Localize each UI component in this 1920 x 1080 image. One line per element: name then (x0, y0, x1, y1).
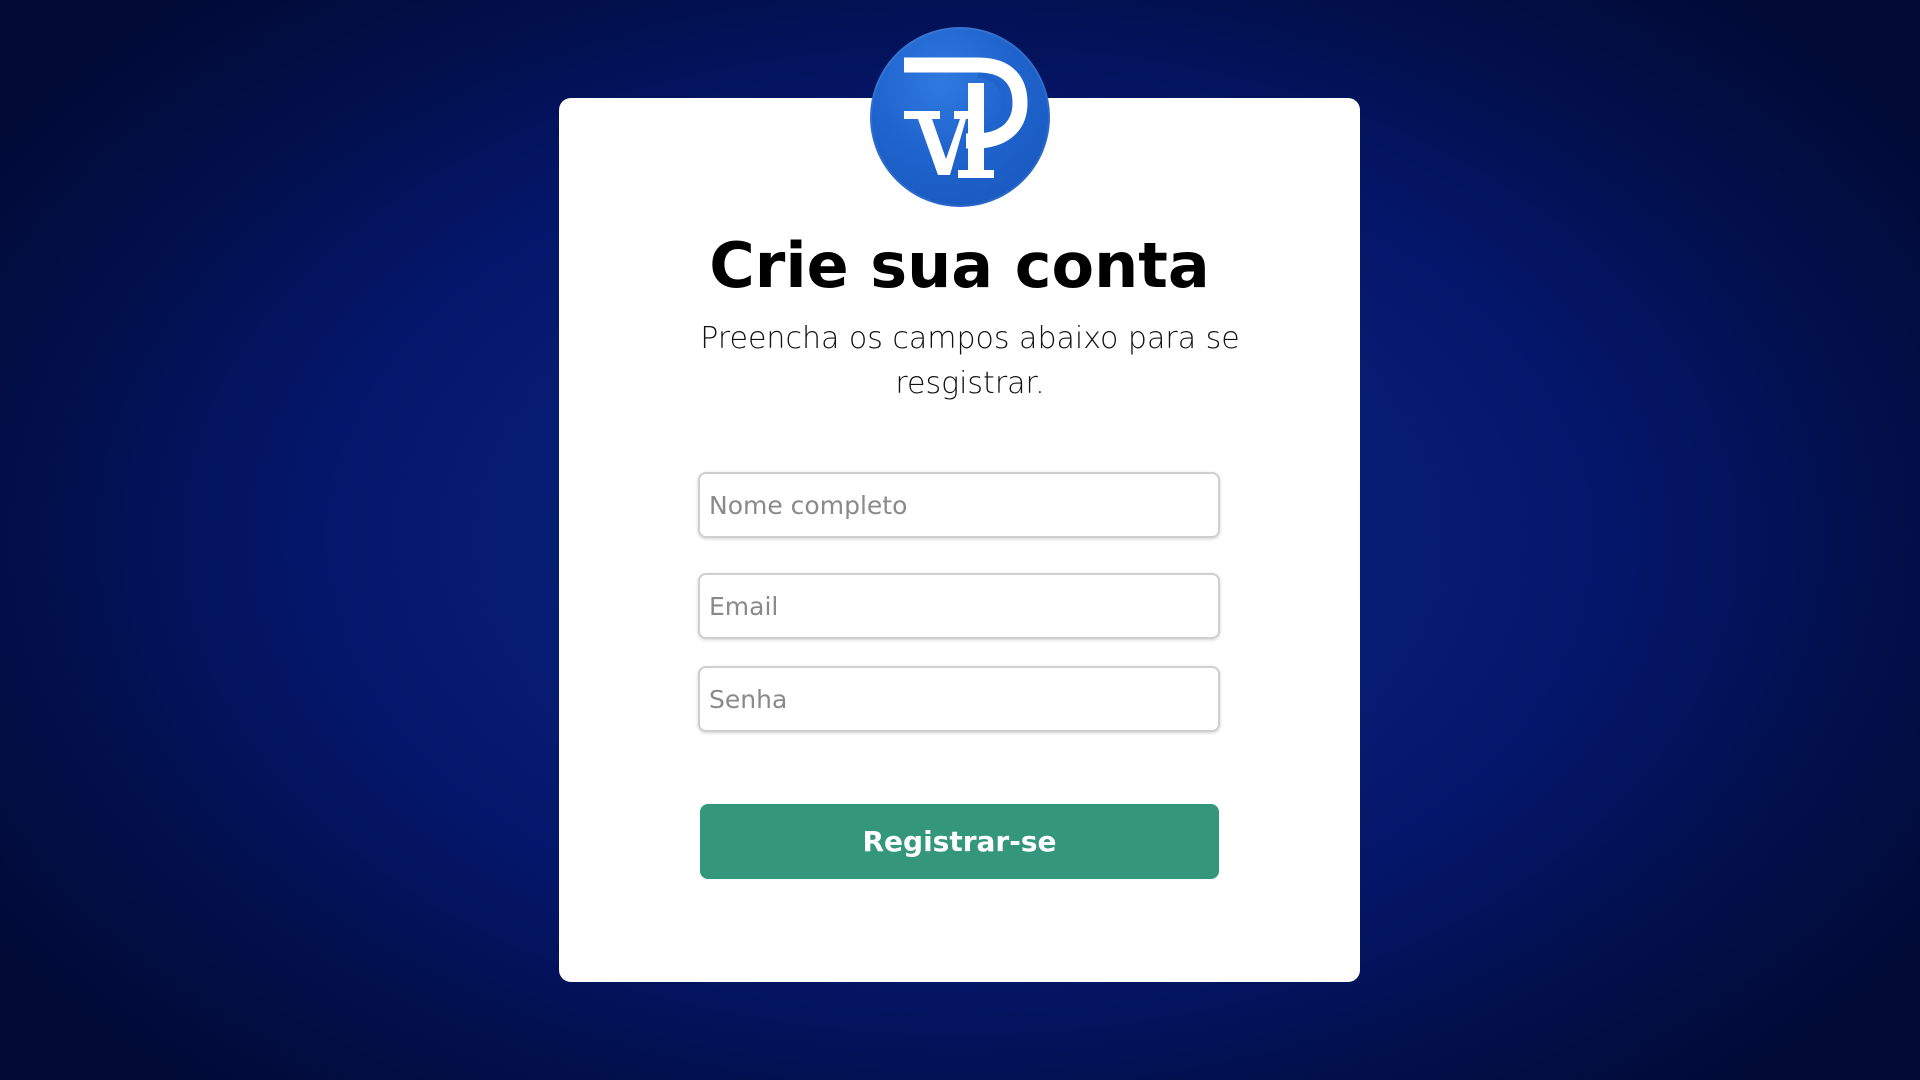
email-input[interactable] (698, 573, 1220, 639)
password-input[interactable] (698, 666, 1220, 732)
page-title: Crie sua conta (709, 229, 1210, 302)
full-name-input[interactable] (698, 472, 1220, 538)
page-subtitle: Preencha os campos abaixo para se resgis… (700, 321, 1240, 401)
logo (870, 27, 1050, 207)
register-button[interactable]: Registrar-se (700, 804, 1219, 879)
pvi-logo-icon (904, 57, 1028, 178)
